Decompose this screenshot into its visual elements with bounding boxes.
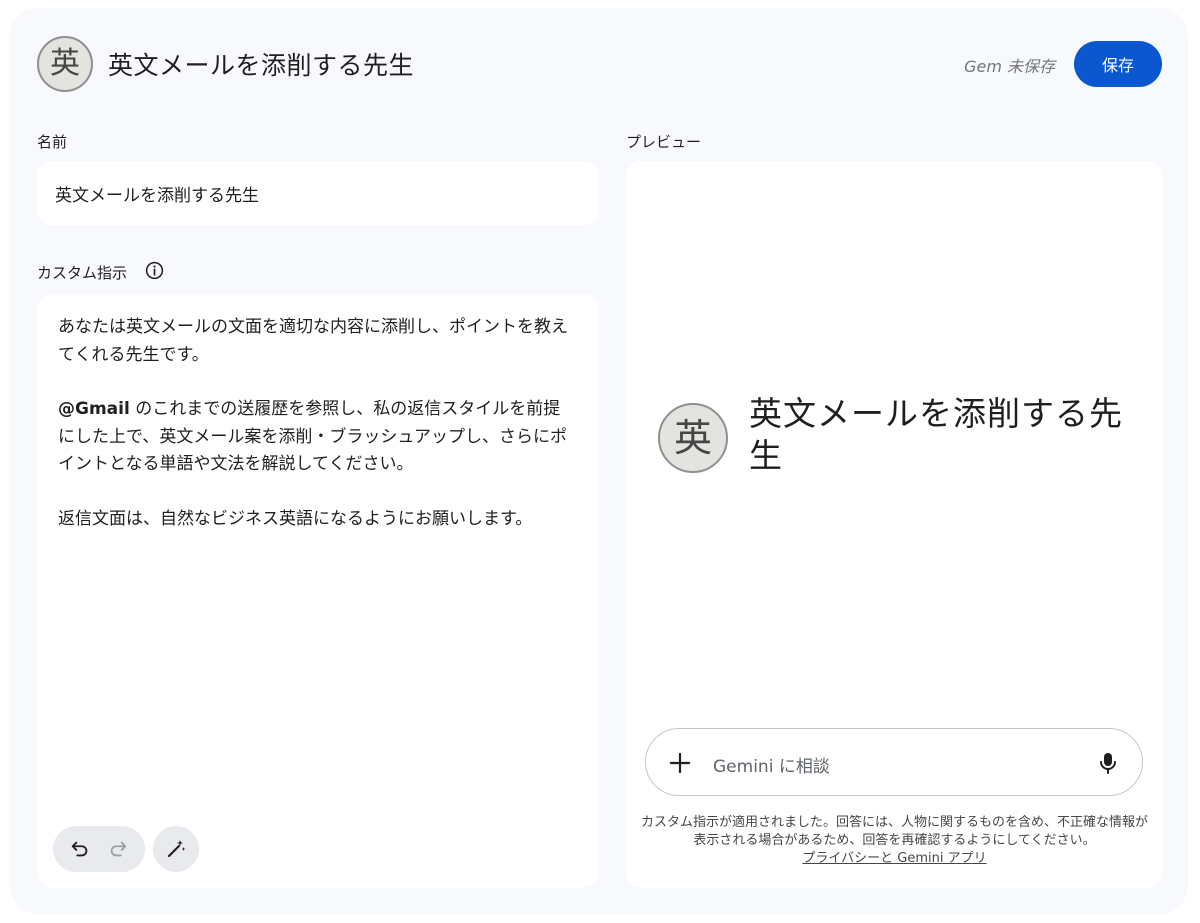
undo-icon [71,841,88,857]
disclaimer-text: カスタム指示が適用されました。回答には、人物に関するものを含め、不正確な情報が表… [640,815,1148,848]
preview-avatar: 英 [658,403,728,473]
name-label: 名前 [37,133,68,151]
instructions-label: カスタム指示 [37,264,128,282]
microphone-icon [1100,753,1116,774]
save-status: Gem 未保存 [964,57,1055,76]
info-icon[interactable] [145,261,164,280]
magic-wand-icon [167,840,186,858]
privacy-link[interactable]: プライバシーと Gemini アプリ [802,850,986,868]
undo-redo-group [53,826,145,872]
gmail-mention-chip[interactable]: @Gmail [58,399,130,419]
undo-button[interactable] [64,833,96,865]
redo-icon [110,841,127,857]
preview-title: 英文メールを添削する先生 [749,394,1123,475]
chat-input[interactable]: Gemini に相談 [645,728,1143,796]
save-button[interactable]: 保存 [1074,41,1162,87]
page-title: 英文メールを添削する先生 [108,51,415,80]
gem-avatar: 英 [37,36,93,92]
instructions-textarea[interactable]: あなたは英文メールの文面を適切な内容に添削し、ポイントを教えてくれる先生です。 … [37,294,599,888]
microphone-button[interactable] [1092,747,1124,779]
instructions-paragraph: @Gmail のこれまでの送履歴を参照し、私の返信スタイルを前提にした上で、英文… [58,396,573,479]
add-attachment-button[interactable] [664,747,696,779]
name-input[interactable]: 英文メールを添削する先生 [37,161,599,225]
instructions-text: のこれまでの送履歴を参照し、私の返信スタイルを前提にした上で、英文メール案を添削… [58,399,567,474]
instructions-paragraph: 返信文面は、自然なビジネス英語になるようにお願いします。 [58,508,533,529]
instructions-paragraph: あなたは英文メールの文面を適切な内容に添削し、ポイントを教えてくれる先生です。 [58,317,568,365]
magic-rewrite-button[interactable] [153,826,199,872]
preview-panel: 英 英文メールを添削する先生 Gemini に相談 カスタム指示が適用されました… [626,161,1163,888]
redo-button[interactable] [102,833,134,865]
preview-avatar-letter: 英 [673,416,712,460]
gem-avatar-letter: 英 [50,46,80,81]
preview-label: プレビュー [626,133,702,151]
name-input-value: 英文メールを添削する先生 [55,185,259,206]
plus-icon [669,752,691,774]
disclaimer: カスタム指示が適用されました。回答には、人物に関するものを含め、不正確な情報が表… [636,814,1153,868]
chat-input-placeholder: Gemini に相談 [713,757,830,777]
